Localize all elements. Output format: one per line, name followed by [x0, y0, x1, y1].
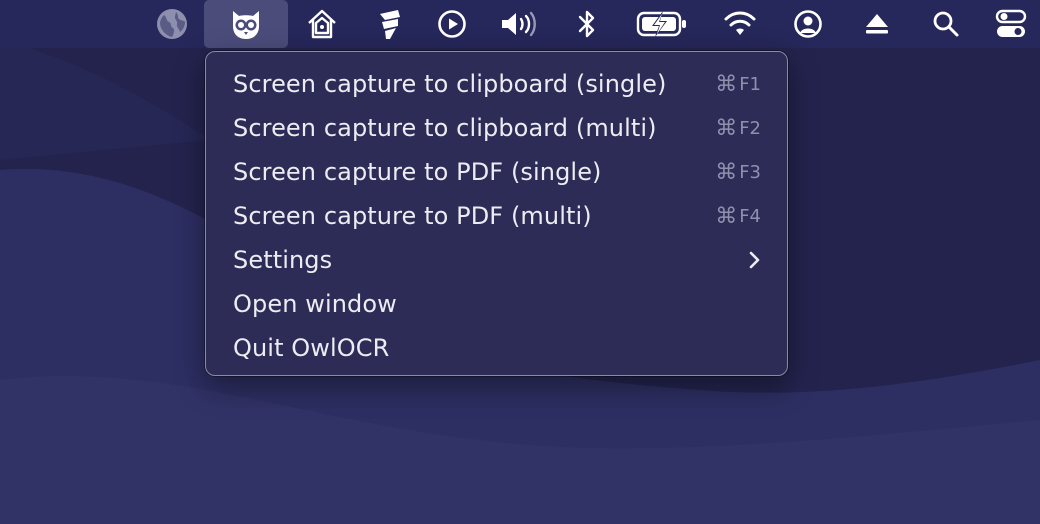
- menu-item-label: Open window: [233, 290, 397, 318]
- menu-bar: [0, 0, 1040, 48]
- menu-item-open-window[interactable]: Open window: [206, 282, 787, 326]
- shortcut-key: F2: [739, 117, 761, 139]
- play-icon[interactable]: [432, 0, 472, 48]
- menu-item-label: Screen capture to clipboard (multi): [233, 114, 657, 142]
- command-key-icon: ⌘: [715, 115, 738, 141]
- command-key-icon: ⌘: [715, 159, 738, 185]
- menu-item-capture-pdf-multi[interactable]: Screen capture to PDF (multi) ⌘ F4: [206, 194, 787, 238]
- menu-item-capture-clipboard-single[interactable]: Screen capture to clipboard (single) ⌘ F…: [206, 62, 787, 106]
- menu-item-label: Screen capture to PDF (single): [233, 158, 602, 186]
- chevron-right-icon: [747, 250, 761, 270]
- shortcut-key: F3: [739, 161, 761, 183]
- shortcut-hint: ⌘ F4: [715, 204, 761, 229]
- menu-item-quit[interactable]: Quit OwlOCR: [206, 326, 787, 370]
- shortcut-hint: ⌘ F3: [715, 160, 761, 185]
- bluetooth-icon[interactable]: [567, 0, 607, 48]
- app-s-icon[interactable]: [370, 0, 410, 48]
- command-key-icon: ⌘: [715, 71, 738, 97]
- globe-icon[interactable]: [152, 0, 192, 48]
- shortcut-hint: ⌘ F1: [715, 72, 761, 97]
- volume-icon[interactable]: [499, 0, 539, 48]
- command-key-icon: ⌘: [715, 203, 738, 229]
- control-center-icon[interactable]: [991, 0, 1031, 48]
- search-icon[interactable]: [926, 0, 966, 48]
- battery-charging-icon: [636, 0, 688, 48]
- menu-item-capture-clipboard-multi[interactable]: Screen capture to clipboard (multi) ⌘ F2: [206, 106, 787, 150]
- user-icon[interactable]: [788, 0, 828, 48]
- eject-icon[interactable]: [857, 0, 897, 48]
- shortcut-hint: ⌘ F2: [715, 116, 761, 141]
- home-icon[interactable]: [302, 0, 342, 48]
- menu-item-capture-pdf-single[interactable]: Screen capture to PDF (single) ⌘ F3: [206, 150, 787, 194]
- menu-item-label: Screen capture to PDF (multi): [233, 202, 592, 230]
- owlocr-dropdown-menu: Screen capture to clipboard (single) ⌘ F…: [205, 51, 788, 376]
- owlocr-icon[interactable]: [204, 0, 288, 48]
- menu-item-label: Screen capture to clipboard (single): [233, 70, 667, 98]
- menu-item-label: Settings: [233, 246, 333, 274]
- menu-item-settings[interactable]: Settings: [206, 238, 787, 282]
- shortcut-key: F4: [739, 205, 761, 227]
- shortcut-key: F1: [739, 73, 761, 95]
- menu-item-label: Quit OwlOCR: [233, 334, 390, 362]
- wifi-icon[interactable]: [720, 0, 760, 48]
